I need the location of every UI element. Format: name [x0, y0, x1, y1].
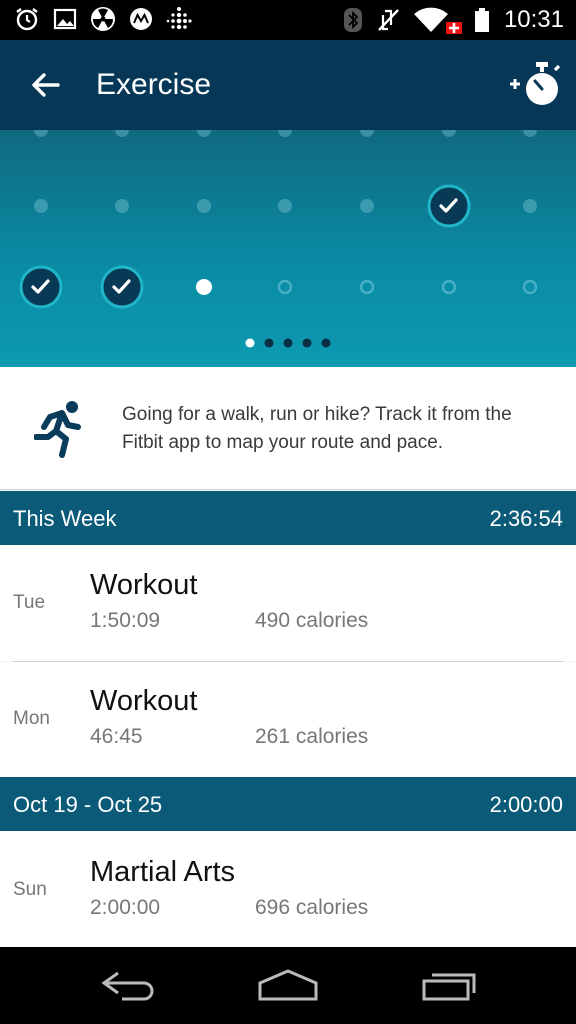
row-day: Tue	[13, 592, 46, 613]
nav-home-button[interactable]	[256, 965, 320, 1005]
day-dot	[523, 130, 537, 137]
future-day-dot	[359, 279, 375, 295]
future-day-dot	[522, 279, 538, 295]
nav-recents-button[interactable]	[418, 965, 482, 1005]
completed-day-marker	[19, 265, 63, 309]
future-day-dot	[277, 279, 293, 295]
day-dot	[34, 130, 48, 137]
row-activity-name: Workout	[90, 569, 198, 601]
motorola-icon	[128, 6, 154, 32]
future-day-dot	[441, 279, 457, 295]
runner-icon	[34, 401, 81, 458]
nav-back-button[interactable]	[96, 965, 160, 1005]
exercise-row[interactable]: Tue Workout 1:50:09 490 calories	[0, 545, 576, 661]
row-calories: 490 calories	[255, 609, 368, 633]
day-dot	[197, 199, 211, 213]
row-duration: 2:00:00	[90, 896, 161, 919]
row-activity-name: Workout	[90, 685, 198, 717]
row-day: Mon	[13, 708, 50, 729]
bluetooth-icon	[340, 7, 366, 33]
page-indicator-dot[interactable]	[302, 338, 312, 348]
day-dot	[360, 199, 374, 213]
gps-tip-card[interactable]: Going for a walk, run or hike? Track it …	[0, 367, 576, 490]
nav-back-icon	[101, 971, 154, 1001]
add-exercise-button[interactable]	[508, 58, 564, 112]
section-label: This Week	[13, 506, 117, 531]
alarm-icon	[14, 6, 40, 32]
today-marker	[196, 279, 212, 295]
page-indicator-dot[interactable]	[321, 338, 331, 348]
completed-day-marker	[100, 265, 144, 309]
row-activity-name: Martial Arts	[90, 856, 236, 888]
section-label: Oct 19 - Oct 25	[13, 792, 163, 817]
row-day: Sun	[13, 879, 47, 900]
section-total: 2:00:00	[489, 792, 563, 817]
day-dot	[442, 130, 456, 137]
calorie-value: 696	[255, 896, 291, 919]
back-button[interactable]	[28, 67, 64, 103]
day-dot	[278, 130, 292, 137]
day-dot	[523, 199, 537, 213]
calorie-unit: calories	[295, 725, 369, 748]
row-duration: 1:50:09	[90, 609, 161, 632]
section-header-this-week: This Week 2:36:54	[0, 491, 576, 545]
image-icon	[52, 6, 78, 32]
status-bar: 10:31	[0, 0, 576, 40]
page-indicator-dot[interactable]	[283, 338, 293, 348]
day-dot	[278, 199, 292, 213]
section-header-oct-19-25: Oct 19 - Oct 25 2:00:00	[0, 777, 576, 831]
day-dot	[34, 199, 48, 213]
battery-icon	[474, 7, 490, 33]
exercise-row[interactable]: Mon Workout 46:45 261 calories	[0, 662, 576, 777]
weekly-exercise-chart	[0, 130, 576, 367]
page-indicator-dot[interactable]	[264, 338, 274, 348]
row-calories: 261 calories	[255, 725, 368, 749]
wifi-icon	[412, 7, 464, 34]
page-title: Exercise	[96, 68, 212, 101]
nav-home-icon	[258, 969, 318, 1001]
radiation-icon	[90, 6, 116, 32]
day-dot	[115, 199, 129, 213]
day-dot	[360, 130, 374, 137]
completed-day-marker	[427, 184, 471, 228]
calorie-unit: calories	[295, 896, 369, 919]
navigation-bar	[0, 947, 576, 1024]
exercise-row[interactable]: Sun Martial Arts 2:00:00 696 calories	[0, 831, 576, 947]
section-total: 2:36:54	[489, 506, 563, 531]
fitbit-icon	[166, 6, 192, 32]
calorie-value: 261	[255, 725, 291, 748]
vibrate-off-icon	[376, 7, 402, 33]
nav-recents-icon	[422, 973, 476, 1001]
day-dot	[197, 130, 211, 137]
calorie-unit: calories	[295, 609, 369, 632]
page-indicator-dot[interactable]	[245, 338, 255, 348]
status-time: 10:31	[503, 6, 564, 33]
app-bar: Exercise	[0, 40, 576, 130]
arrow-left-icon	[32, 73, 60, 97]
day-dot	[115, 130, 129, 137]
row-duration: 46:45	[90, 725, 143, 748]
add-stopwatch-icon	[510, 62, 561, 105]
row-calories: 696 calories	[255, 896, 368, 920]
tip-text: Going for a walk, run or hike? Track it …	[122, 404, 512, 453]
calorie-value: 490	[255, 609, 291, 632]
